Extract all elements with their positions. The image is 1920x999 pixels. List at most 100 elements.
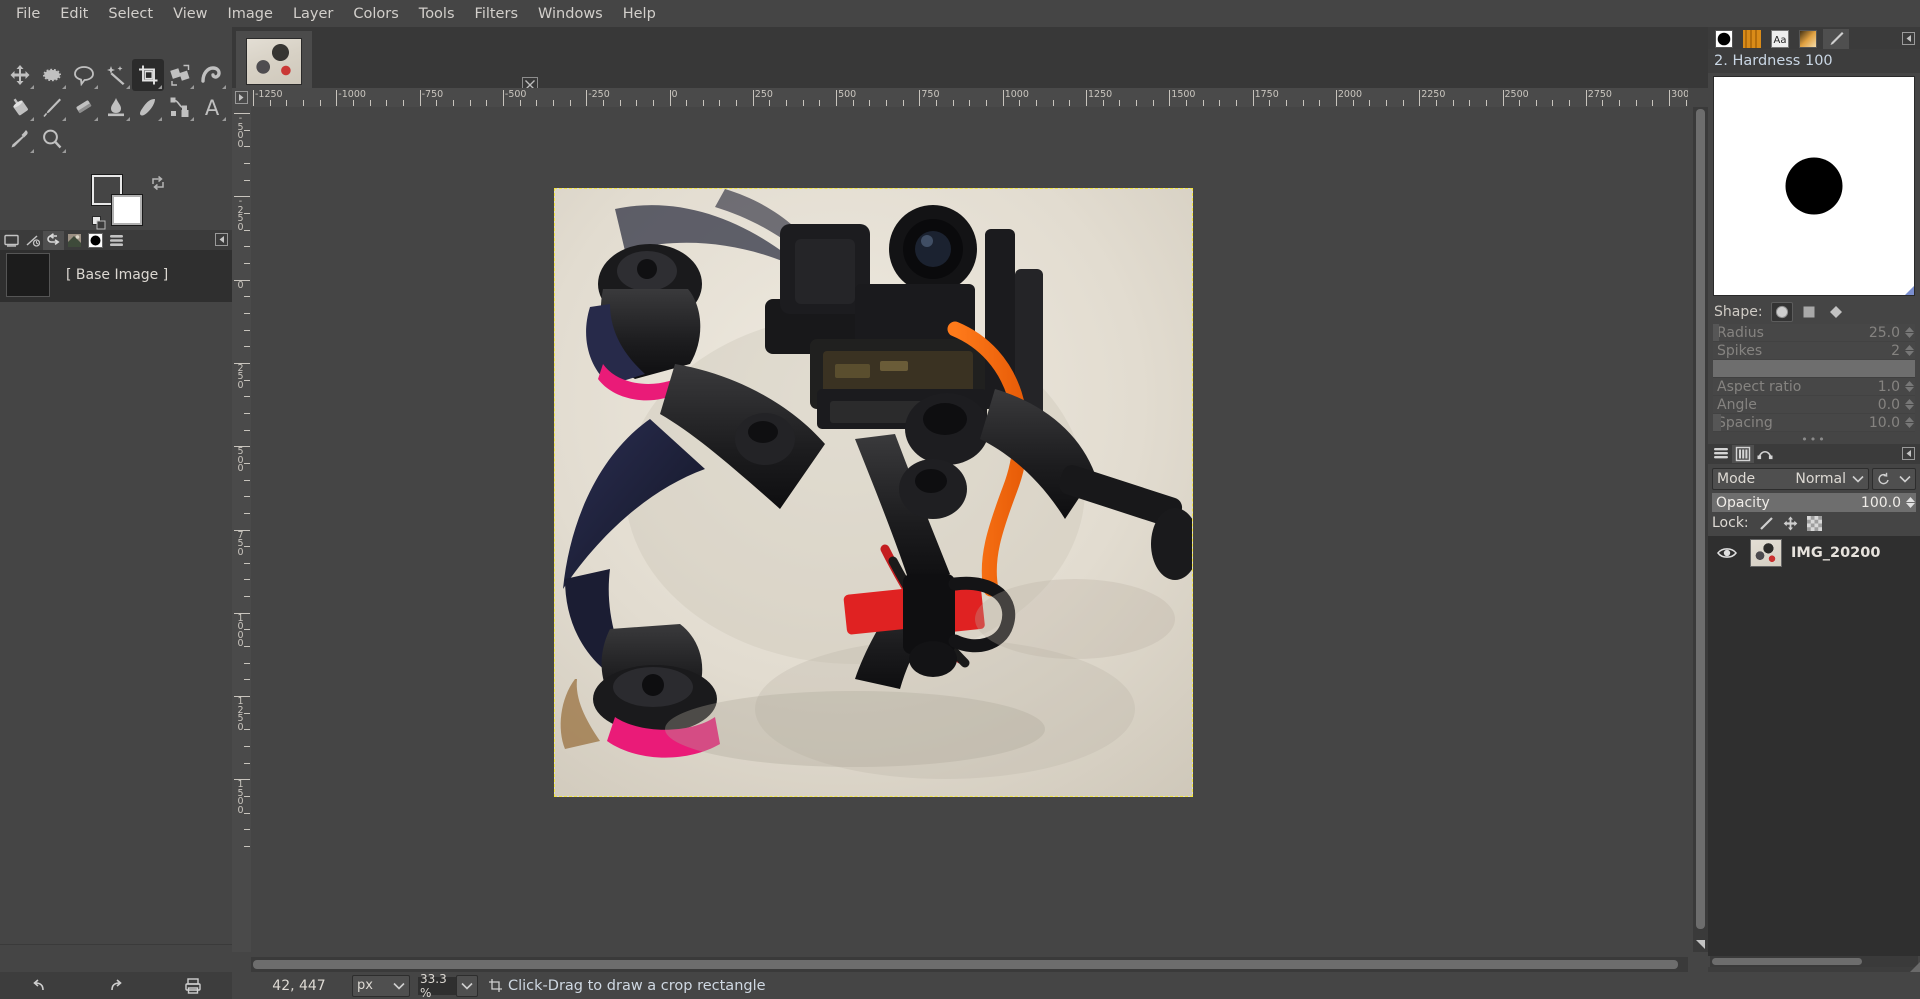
swap-colors-icon[interactable] bbox=[150, 175, 166, 191]
layers-dock-menu-icon[interactable] bbox=[1902, 447, 1915, 460]
color-picker-tool[interactable] bbox=[4, 123, 36, 155]
layer-mode-dropdown[interactable]: Mode Normal bbox=[1712, 468, 1869, 490]
tab-gradients[interactable] bbox=[1795, 29, 1821, 49]
background-color-swatch[interactable] bbox=[111, 194, 143, 226]
horizontal-scrollbar[interactable] bbox=[251, 957, 1688, 972]
brush-radius-row[interactable]: Radius 25.0 bbox=[1713, 324, 1915, 342]
horizontal-ruler[interactable]: -1250 -1000 -750 -500 -250 0 250 500 750 1000 1250… bbox=[251, 88, 1688, 107]
smudge-tool[interactable] bbox=[100, 91, 132, 123]
tab-gradients[interactable] bbox=[106, 231, 127, 250]
brush-aspect-ratio-row[interactable]: Aspect ratio 1.0 bbox=[1713, 378, 1915, 396]
brush-radius-stepper[interactable] bbox=[1903, 324, 1915, 342]
undo-history-item[interactable]: [ Base Image ] bbox=[0, 250, 232, 300]
layers-horizontal-scrollbar[interactable] bbox=[1710, 956, 1918, 967]
ruler-label: 0 bbox=[671, 89, 678, 100]
crop-hint-icon bbox=[488, 978, 504, 994]
dock-resize-grip[interactable]: ••• bbox=[1708, 433, 1920, 446]
vertical-scrollbar[interactable] bbox=[1693, 107, 1708, 952]
menu-edit[interactable]: Edit bbox=[50, 2, 98, 26]
brush-spikes-stepper[interactable] bbox=[1903, 342, 1915, 360]
brush-spikes-row[interactable]: Spikes 2 bbox=[1713, 342, 1915, 360]
free-select-tool[interactable] bbox=[68, 59, 100, 91]
undo-history-list[interactable]: [ Base Image ] bbox=[0, 250, 232, 302]
brush-angle-row[interactable]: Angle 0.0 bbox=[1713, 396, 1915, 414]
menu-tools[interactable]: Tools bbox=[409, 2, 465, 26]
menu-windows[interactable]: Windows bbox=[528, 2, 613, 26]
shape-circle[interactable] bbox=[1770, 302, 1793, 322]
lock-alpha-icon[interactable] bbox=[1807, 515, 1823, 531]
zoom-input[interactable]: 33.3 % bbox=[418, 972, 456, 999]
paintbrush-tool[interactable] bbox=[36, 91, 68, 123]
reset-colors-icon[interactable] bbox=[92, 216, 107, 231]
layer-opacity-stepper[interactable] bbox=[1904, 497, 1916, 508]
left-dock-menu-icon[interactable] bbox=[215, 233, 228, 246]
status-bar-left-buttons bbox=[0, 972, 232, 999]
layer-opacity-slider[interactable]: Opacity 100.0 bbox=[1712, 493, 1916, 512]
menu-filters[interactable]: Filters bbox=[465, 2, 528, 26]
horizontal-scrollbar-thumb[interactable] bbox=[253, 960, 1678, 969]
fuzzy-select-tool[interactable] bbox=[100, 59, 132, 91]
navigation-preview-icon[interactable] bbox=[1693, 937, 1708, 952]
zoom-dropdown-button[interactable] bbox=[456, 974, 478, 997]
text-tool[interactable]: A bbox=[196, 91, 228, 123]
ruler-label: 250 bbox=[237, 362, 244, 391]
canvas-viewport[interactable] bbox=[251, 107, 1688, 952]
tab-patterns[interactable] bbox=[64, 231, 85, 250]
warp-transform-tool[interactable] bbox=[196, 59, 228, 91]
zoom-tool[interactable] bbox=[36, 123, 68, 155]
tab-brushes[interactable] bbox=[85, 231, 106, 250]
ruler-corner-button[interactable] bbox=[232, 88, 251, 107]
window-resize-grip[interactable] bbox=[1910, 962, 1920, 972]
brush-aspect-ratio-stepper[interactable] bbox=[1903, 378, 1915, 396]
shape-diamond[interactable] bbox=[1825, 302, 1847, 322]
right-dock-menu-icon[interactable] bbox=[1902, 32, 1915, 45]
ellipse-select-tool[interactable] bbox=[36, 59, 68, 91]
vertical-ruler[interactable]: -500 -250 0 250 500 750 1000 1250 1500 bbox=[232, 107, 251, 952]
crop-tool[interactable] bbox=[132, 59, 164, 91]
shape-square[interactable] bbox=[1798, 302, 1820, 322]
bucket-fill-tool[interactable] bbox=[4, 91, 36, 123]
ink-tool[interactable] bbox=[132, 91, 164, 123]
menu-layer[interactable]: Layer bbox=[283, 2, 343, 26]
undo-button[interactable] bbox=[28, 975, 50, 997]
tab-images[interactable] bbox=[1, 231, 22, 250]
lock-position-icon[interactable] bbox=[1783, 515, 1799, 531]
menu-help[interactable]: Help bbox=[613, 2, 666, 26]
layer-list[interactable]: IMG_20200 bbox=[1708, 536, 1920, 956]
lock-pixels-icon[interactable] bbox=[1759, 515, 1775, 531]
menu-colors[interactable]: Colors bbox=[343, 2, 408, 26]
image-tab-drone[interactable] bbox=[236, 31, 312, 91]
brush-angle-stepper[interactable] bbox=[1903, 396, 1915, 414]
tab-document-history[interactable] bbox=[22, 231, 43, 250]
unified-transform-tool[interactable] bbox=[164, 59, 196, 91]
tab-channels[interactable] bbox=[1732, 445, 1754, 463]
tab-undo-history[interactable] bbox=[43, 230, 64, 250]
brush-preview-resize-handle[interactable] bbox=[1905, 286, 1914, 295]
brush-spacing-row[interactable]: Spacing 10.0 bbox=[1713, 414, 1915, 432]
vertical-scrollbar-thumb[interactable] bbox=[1696, 109, 1705, 929]
redo-button[interactable] bbox=[105, 975, 127, 997]
layers-scrollbar-thumb[interactable] bbox=[1712, 958, 1862, 965]
eye-icon[interactable] bbox=[1714, 546, 1740, 560]
brush-hardness-row[interactable]: Hardness 1.00 bbox=[1713, 360, 1915, 378]
brush-spacing-stepper[interactable] bbox=[1903, 414, 1915, 432]
image-canvas[interactable] bbox=[554, 188, 1193, 797]
tab-brushes[interactable] bbox=[1711, 29, 1737, 49]
menu-file[interactable]: File bbox=[6, 2, 50, 26]
tab-brush-editor[interactable] bbox=[1823, 29, 1849, 49]
tab-fonts[interactable]: Aa bbox=[1767, 29, 1793, 49]
menu-view[interactable]: View bbox=[163, 2, 217, 26]
layer-mode-value: Normal bbox=[1795, 471, 1846, 487]
print-size-icon[interactable] bbox=[182, 975, 204, 997]
table-row[interactable]: IMG_20200 bbox=[1708, 536, 1920, 570]
menu-image[interactable]: Image bbox=[218, 2, 283, 26]
tab-paths[interactable] bbox=[1754, 445, 1776, 463]
layer-mode-switch-button[interactable] bbox=[1872, 468, 1916, 490]
menu-select[interactable]: Select bbox=[98, 2, 163, 26]
tab-patterns[interactable] bbox=[1739, 29, 1765, 49]
eraser-tool[interactable] bbox=[68, 91, 100, 123]
move-tool[interactable] bbox=[4, 59, 36, 91]
tab-layers[interactable] bbox=[1710, 445, 1732, 463]
unit-dropdown[interactable]: px bbox=[352, 974, 410, 997]
paths-tool[interactable] bbox=[164, 91, 196, 123]
